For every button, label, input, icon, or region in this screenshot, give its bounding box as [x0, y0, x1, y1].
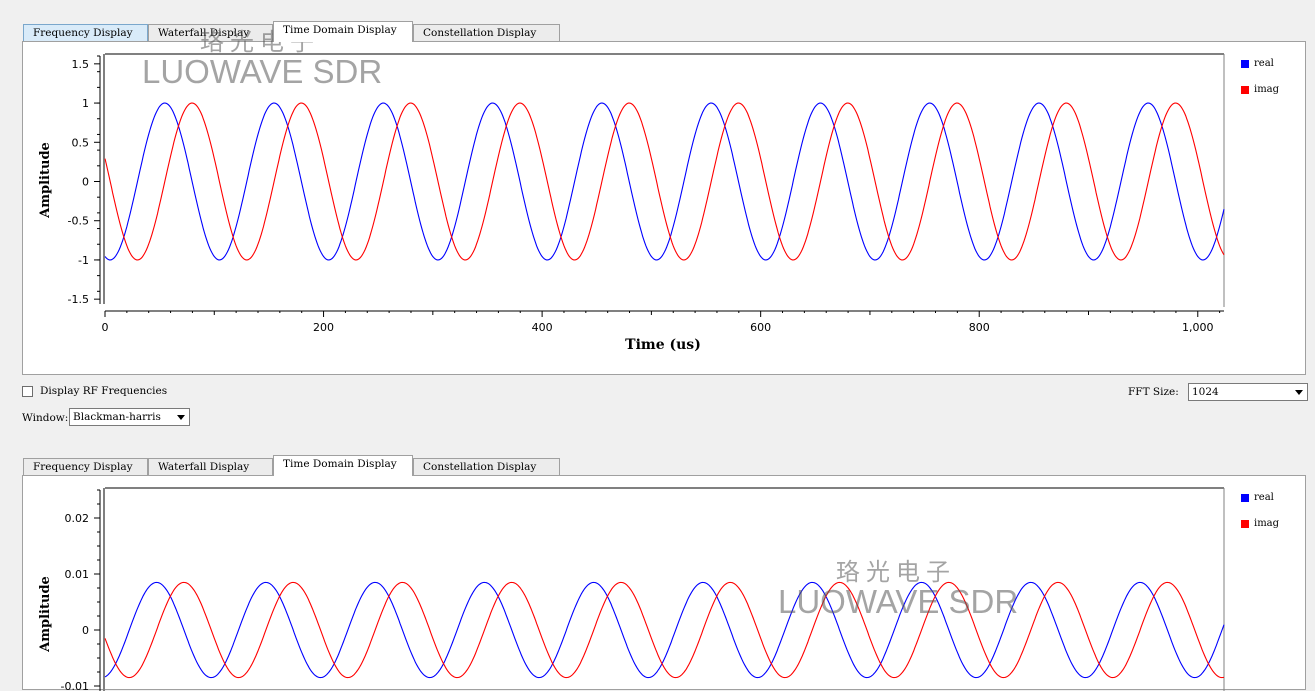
x-tick-label: 800 — [969, 321, 990, 334]
top-legend-imag: imag — [1241, 84, 1279, 95]
tab-waterfall-display[interactable]: Waterfall Display — [148, 24, 273, 41]
y-tick-label: 1.5 — [72, 58, 90, 71]
tab-time-domain-display[interactable]: Time Domain Display — [273, 21, 413, 42]
bottom-time-domain-plot[interactable]: 0.02 0.01 0 -0.01 Amplitude — [23, 476, 1305, 691]
series-real-line — [104, 102, 1225, 261]
y-tick-label: -1 — [78, 254, 89, 267]
top-tabbar: Frequency Display Waterfall Display Time… — [23, 21, 563, 42]
top-ylabel: Amplitude — [38, 142, 53, 219]
y-tick-label: 0.01 — [65, 568, 90, 581]
tab-constellation-display[interactable]: Constellation Display — [413, 458, 560, 475]
y-tick-label: 1 — [82, 97, 89, 110]
window-select[interactable]: Blackman-harris — [69, 408, 190, 426]
bottom-legend: real imag — [1241, 492, 1279, 529]
bottom-legend-imag: imag — [1241, 518, 1279, 529]
series-imag-line — [104, 102, 1225, 261]
chevron-down-icon — [177, 415, 185, 420]
tab-time-domain-display[interactable]: Time Domain Display — [273, 455, 413, 476]
series-imag-line — [104, 581, 1225, 679]
fft-size-value: 1024 — [1192, 386, 1219, 398]
x-tick-label: 0 — [102, 321, 109, 334]
top-legend-real: real — [1241, 58, 1279, 84]
top-xlabel: Time (us) — [625, 337, 701, 353]
window-label: Window: — [22, 412, 69, 424]
y-tick-label: -1.5 — [68, 293, 89, 306]
y-tick-label: 0 — [82, 624, 89, 637]
fft-size-select[interactable]: 1024 — [1188, 383, 1308, 401]
chevron-down-icon — [1295, 390, 1303, 395]
y-tick-label: 0.5 — [72, 136, 90, 149]
fft-size-label: FFT Size: — [1128, 386, 1179, 398]
display-rf-checkbox[interactable] — [22, 386, 33, 397]
tab-constellation-display[interactable]: Constellation Display — [413, 24, 560, 41]
window-value: Blackman-harris — [73, 411, 161, 423]
y-tick-label: 0 — [82, 176, 89, 189]
y-tick-label: -0.01 — [61, 680, 89, 691]
series-real-line — [104, 581, 1225, 679]
y-tick-label: 0.02 — [65, 512, 90, 525]
top-time-domain-plot[interactable]: 1.5 1 0.5 0 -0.5 -1 -1.5 0 200 400 600 800 1,000 Amp… — [23, 42, 1305, 374]
bottom-legend-real: real — [1241, 492, 1279, 518]
bottom-plot-panel: 0.02 0.01 0 -0.01 Amplitude real imag — [22, 475, 1306, 691]
x-tick-label: 1,000 — [1182, 321, 1214, 334]
x-tick-label: 400 — [532, 321, 553, 334]
tab-waterfall-display[interactable]: Waterfall Display — [148, 458, 273, 475]
tab-frequency-display[interactable]: Frequency Display — [23, 24, 148, 41]
display-rf-label: Display RF Frequencies — [40, 385, 168, 397]
top-legend: real imag — [1241, 58, 1279, 95]
bottom-ylabel: Amplitude — [38, 576, 53, 653]
bottom-tabbar: Frequency Display Waterfall Display Time… — [23, 455, 563, 476]
top-plot-panel: 1.5 1 0.5 0 -0.5 -1 -1.5 0 200 400 600 800 1,000 Amp… — [22, 41, 1306, 375]
tab-frequency-display[interactable]: Frequency Display — [23, 458, 148, 475]
x-tick-label: 600 — [750, 321, 771, 334]
x-tick-label: 200 — [313, 321, 334, 334]
y-tick-label: -0.5 — [68, 215, 89, 228]
